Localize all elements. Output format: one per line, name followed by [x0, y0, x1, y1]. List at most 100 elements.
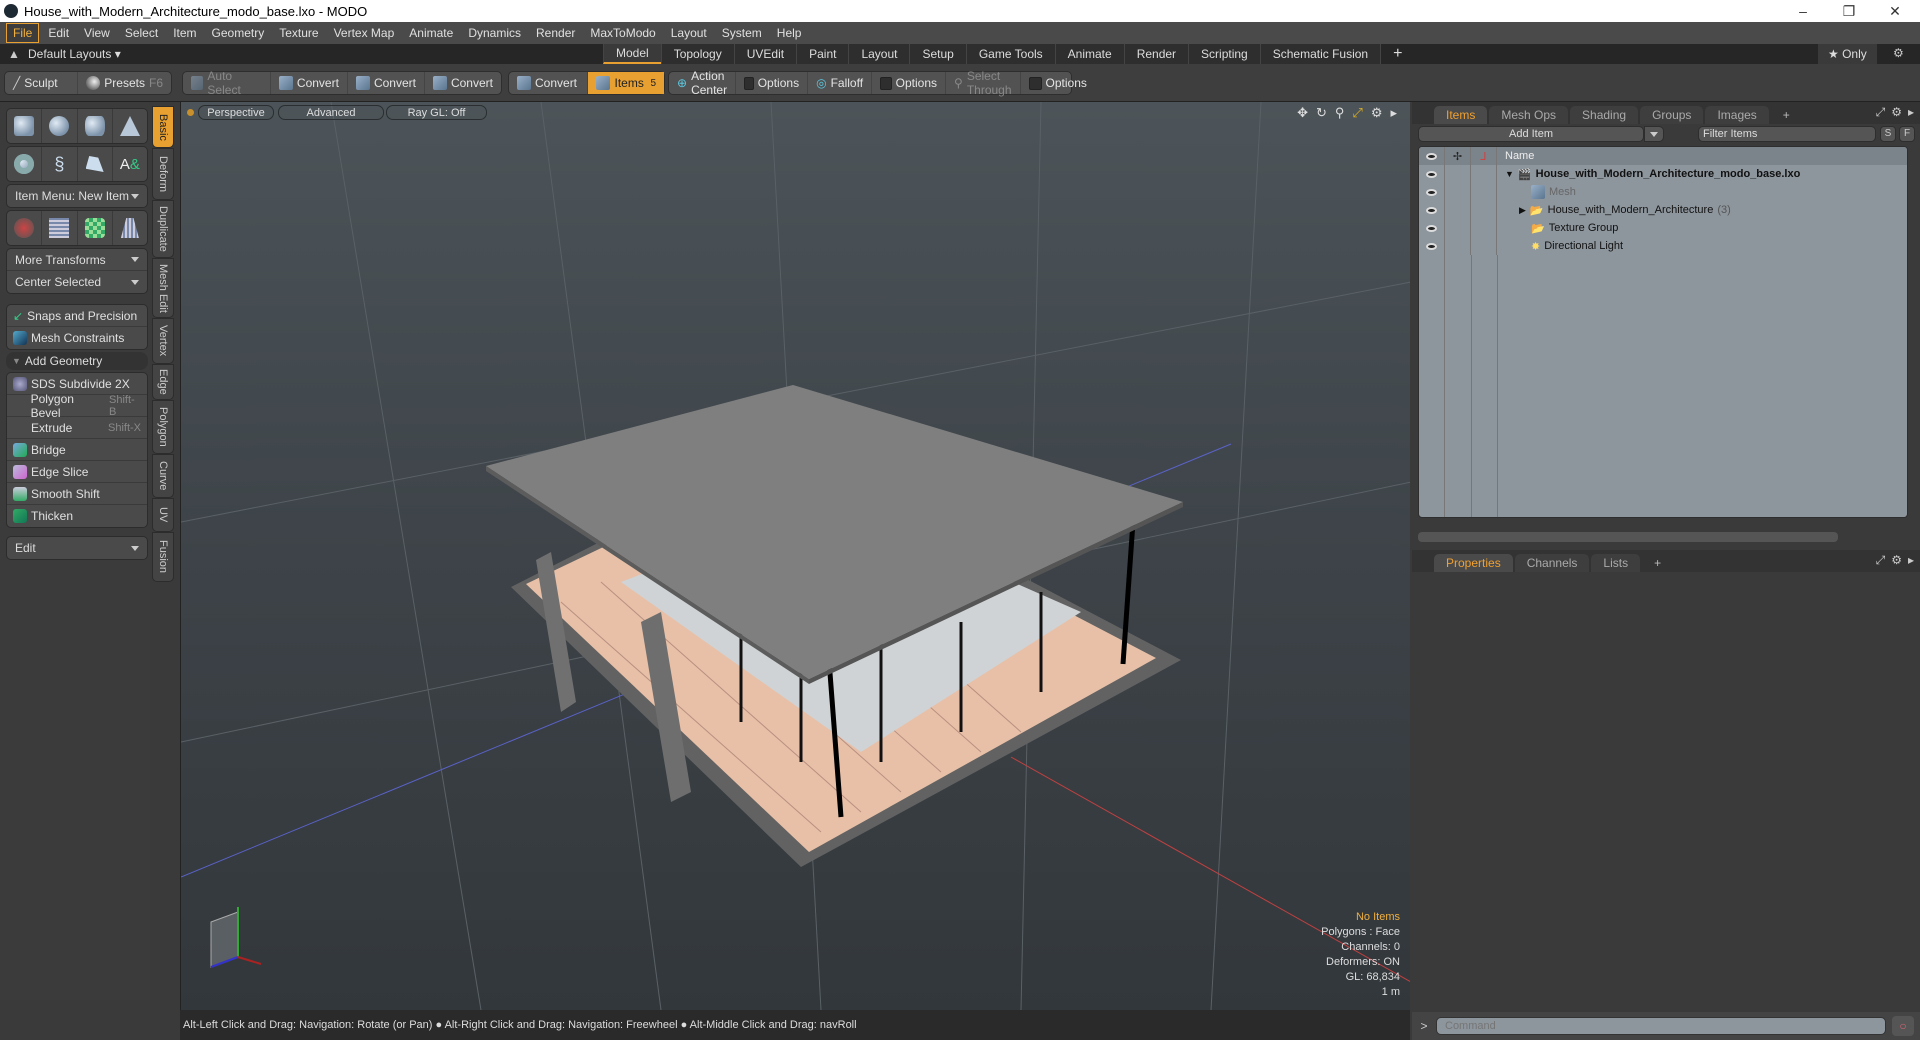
- edit-dropdown[interactable]: Edit: [7, 537, 147, 559]
- visibility-eye-icon[interactable]: [1426, 188, 1437, 196]
- visibility-eye-icon[interactable]: [1426, 242, 1437, 250]
- vtab-uv[interactable]: UV: [152, 498, 174, 532]
- vtab-vertex[interactable]: Vertex: [152, 318, 174, 364]
- vtab-edge[interactable]: Edge: [152, 364, 174, 400]
- menu-help[interactable]: Help: [771, 24, 808, 42]
- add-tab-button[interactable]: +: [1380, 44, 1414, 64]
- tab-mesh-ops[interactable]: Mesh Ops: [1489, 106, 1569, 124]
- tab-lists[interactable]: Lists: [1591, 554, 1641, 572]
- item-menu-dropdown[interactable]: Item Menu: New Item: [7, 185, 147, 207]
- center-selected-dropdown[interactable]: Center Selected: [7, 271, 147, 293]
- 3d-viewport[interactable]: Perspective Advanced Ray GL: Off ✥ ↻ ⚲ ⤢…: [180, 102, 1410, 1010]
- cone-primitive-button[interactable]: [113, 109, 147, 143]
- tab-channels[interactable]: Channels: [1514, 554, 1590, 572]
- minimize-button[interactable]: –: [1780, 0, 1826, 22]
- expand-triangle-icon[interactable]: ▶: [1519, 205, 1526, 216]
- menu-texture[interactable]: Texture: [273, 24, 324, 42]
- auto-select-button[interactable]: Auto Select: [183, 69, 271, 97]
- default-layouts-dropdown[interactable]: Default Layouts ▾: [28, 47, 603, 61]
- f-filter-button[interactable]: F: [1899, 126, 1915, 142]
- tab-game-tools[interactable]: Game Tools: [965, 44, 1055, 64]
- advanced-button[interactable]: Advanced: [278, 105, 384, 120]
- perspective-button[interactable]: Perspective: [198, 105, 274, 120]
- item-row-texture-group[interactable]: 📂 Texture Group: [1419, 219, 1907, 237]
- add-tab-button[interactable]: +: [1642, 554, 1673, 572]
- gear-icon[interactable]: ⚙: [1893, 46, 1904, 60]
- pyramid-button[interactable]: [113, 211, 147, 245]
- viewport-gear-icon[interactable]: ⚙: [1371, 105, 1383, 121]
- tab-layout[interactable]: Layout: [848, 44, 910, 64]
- sphere-primitive-button[interactable]: [42, 109, 78, 143]
- checker-button[interactable]: [78, 211, 113, 245]
- name-column-header[interactable]: Name: [1497, 150, 1534, 162]
- add-geometry-section[interactable]: ▼ Add Geometry: [6, 352, 148, 370]
- vtab-fusion[interactable]: Fusion: [152, 532, 174, 582]
- menu-file[interactable]: File: [6, 23, 40, 43]
- spiral-primitive-button[interactable]: §: [42, 147, 78, 181]
- panel-gear-icon[interactable]: ⚙: [1891, 105, 1902, 120]
- mesh-grid-button[interactable]: [42, 211, 78, 245]
- visibility-eye-icon[interactable]: [1426, 206, 1437, 214]
- falloff-options-button[interactable]: Options: [872, 72, 947, 94]
- tab-schematic-fusion[interactable]: Schematic Fusion: [1259, 44, 1381, 64]
- tool-thicken[interactable]: Thicken: [7, 505, 147, 527]
- transform-button[interactable]: [7, 211, 43, 245]
- filter-items-input[interactable]: Filter Items: [1698, 126, 1876, 142]
- s-filter-button[interactable]: S: [1880, 126, 1896, 142]
- menu-edit[interactable]: Edit: [42, 24, 75, 42]
- axis-column-icon[interactable]: ⅃: [1471, 147, 1497, 165]
- tab-items[interactable]: Items: [1434, 106, 1488, 124]
- more-transforms-dropdown[interactable]: More Transforms: [7, 249, 147, 271]
- cylinder-primitive-button[interactable]: [78, 109, 113, 143]
- tab-animate[interactable]: Animate: [1054, 44, 1124, 64]
- tab-groups[interactable]: Groups: [1640, 106, 1704, 124]
- snaps-precision-button[interactable]: ↙ Snaps and Precision: [7, 305, 147, 327]
- item-row-mesh[interactable]: Mesh: [1419, 183, 1907, 201]
- convert-vertices-button[interactable]: Convert: [271, 72, 348, 94]
- menu-animate[interactable]: Animate: [403, 24, 459, 42]
- tab-properties[interactable]: Properties: [1434, 554, 1513, 572]
- rotate-icon[interactable]: ↻: [1316, 105, 1327, 121]
- action-center-options-button[interactable]: Options: [736, 72, 809, 94]
- menu-dynamics[interactable]: Dynamics: [462, 24, 527, 42]
- expand-arrow-icon[interactable]: ▸: [1390, 105, 1397, 121]
- maximize-panel-icon[interactable]: ⤢: [1876, 105, 1886, 120]
- convert-materials-button[interactable]: Convert: [509, 72, 589, 94]
- falloff-button[interactable]: ◎ Falloff: [808, 72, 873, 94]
- lock-column-icon[interactable]: ✢: [1445, 147, 1471, 165]
- visibility-column-icon[interactable]: [1419, 147, 1445, 165]
- menu-vertex-map[interactable]: Vertex Map: [328, 24, 401, 42]
- fit-icon[interactable]: ⤢: [1352, 105, 1362, 121]
- select-through-button[interactable]: ⚲ Select Through: [946, 69, 1021, 97]
- tool-edge-slice[interactable]: Edge Slice: [7, 461, 147, 483]
- tool-smooth-shift[interactable]: Smooth Shift: [7, 483, 147, 505]
- tool-polygon-bevel[interactable]: Polygon Bevel Shift-B: [7, 392, 147, 420]
- vtab-deform[interactable]: Deform: [152, 148, 174, 200]
- tab-shading[interactable]: Shading: [1570, 106, 1639, 124]
- only-toggle[interactable]: ★ Only: [1818, 44, 1877, 64]
- vtab-mesh-edit[interactable]: Mesh Edit: [152, 258, 174, 318]
- add-item-button[interactable]: Add Item: [1418, 126, 1644, 142]
- tab-model[interactable]: Model: [603, 44, 661, 64]
- torus-primitive-button[interactable]: [7, 147, 43, 181]
- tab-setup[interactable]: Setup: [909, 44, 966, 64]
- tab-scripting[interactable]: Scripting: [1188, 44, 1260, 64]
- menu-view[interactable]: View: [78, 24, 116, 42]
- add-tab-button[interactable]: +: [1771, 106, 1802, 124]
- panel-gear-icon[interactable]: ⚙: [1891, 553, 1902, 568]
- presets-button[interactable]: Presets F6: [78, 72, 171, 94]
- collapse-arrow-icon[interactable]: ▲: [0, 47, 28, 61]
- tab-uvedit[interactable]: UVEdit: [733, 44, 797, 64]
- tool-extrude[interactable]: Extrude Shift-X: [7, 417, 147, 439]
- menu-layout[interactable]: Layout: [665, 24, 713, 42]
- panel-arrow-icon[interactable]: ▸: [1908, 105, 1914, 120]
- add-item-dropdown[interactable]: [1644, 126, 1664, 142]
- action-center-button[interactable]: ⊕ Action Center: [669, 69, 737, 97]
- select-through-options-button[interactable]: Options: [1021, 72, 1095, 94]
- tool-bridge[interactable]: Bridge: [7, 439, 147, 461]
- convert-polygons-button[interactable]: Convert: [425, 72, 501, 94]
- convert-edges-button[interactable]: Convert: [348, 72, 425, 94]
- tab-paint[interactable]: Paint: [796, 44, 849, 64]
- cube-primitive-button[interactable]: [7, 109, 43, 143]
- visibility-eye-icon[interactable]: [1426, 170, 1437, 178]
